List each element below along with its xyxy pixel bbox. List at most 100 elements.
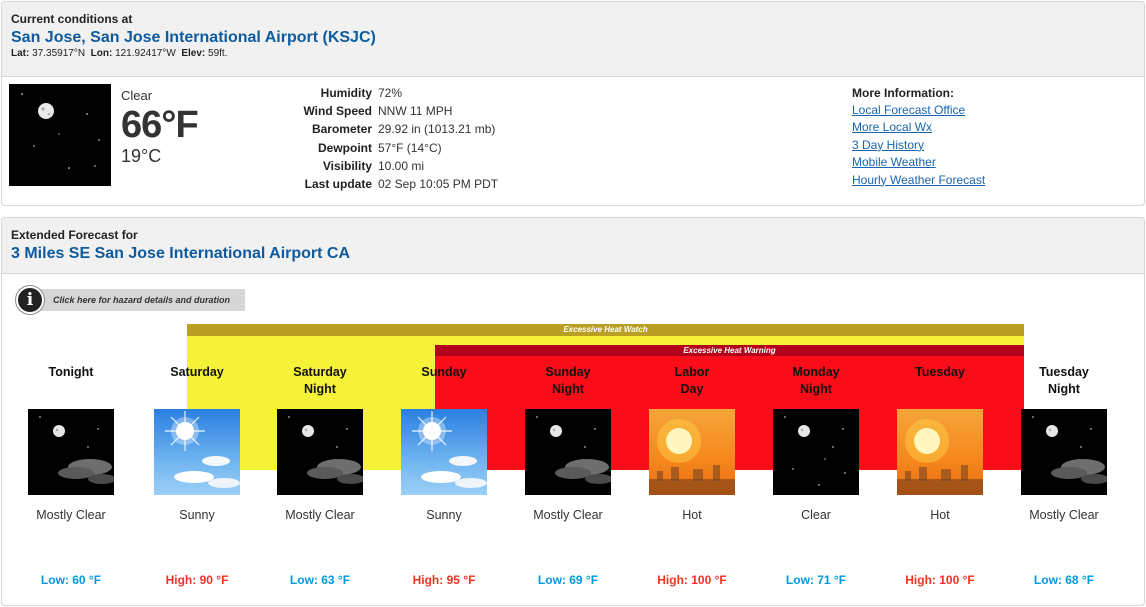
- detail-row-barometer: Barometer 29.92 in (1013.21 mb): [290, 122, 498, 140]
- moon-clouds-icon[interactable]: [28, 409, 114, 495]
- moon-clear-icon[interactable]: [773, 409, 859, 495]
- period-description: Sunny: [426, 508, 462, 522]
- period-name-line1: Saturday: [293, 365, 347, 379]
- forecast-period: Tonight Mostly Clear Low: 60 °F: [9, 364, 133, 587]
- period-name: Sunday Night: [506, 364, 630, 400]
- more-information: More Information: Local Forecast Office …: [852, 86, 985, 189]
- period-temperature: High: 100 °F: [905, 573, 975, 587]
- period-name: Tonight: [9, 364, 133, 400]
- period-name: Sunday: [382, 364, 506, 400]
- extended-forecast-label: Extended Forecast for: [11, 228, 138, 242]
- forecast-period: Sunday Night Mostly Clear Low: 69 °F: [506, 364, 630, 587]
- sun-clouds-icon[interactable]: [154, 409, 240, 495]
- period-temperature: Low: 63 °F: [289, 573, 351, 587]
- station-name: San Jose, San Jose International Airport…: [11, 29, 376, 46]
- period-temperature: Low: 60 °F: [40, 573, 102, 587]
- detail-row-dewpoint: Dewpoint 57°F (14°C): [290, 141, 498, 159]
- period-name: Monday Night: [754, 364, 878, 400]
- period-description: Sunny: [179, 508, 215, 522]
- lon-label: Lon:: [90, 48, 113, 59]
- detail-row-visibility: Visibility 10.00 mi: [290, 159, 498, 177]
- period-temperature: High: 95 °F: [412, 573, 476, 587]
- period-name-line1: Monday: [792, 365, 840, 379]
- forecast-period: Saturday Sunny High: 90 °F: [135, 364, 259, 587]
- elev-value: 59ft.: [208, 48, 228, 59]
- station-coordinates: Lat: 37.35917°N Lon: 121.92417°W Elev: 5…: [11, 48, 1135, 59]
- current-conditions-header: Current conditions at San Jose, San Jose…: [2, 2, 1144, 77]
- detail-label: Humidity: [320, 86, 372, 100]
- detail-row-wind-speed: Wind Speed NNW 11 MPH: [290, 104, 498, 122]
- period-description: Mostly Clear: [36, 508, 106, 522]
- forecast-period: Sunday Sunny High: 95 °F: [382, 364, 506, 587]
- hazard-details-label: Click here for hazard details and durati…: [34, 289, 246, 311]
- lon-value: 121.92417°W: [115, 48, 176, 59]
- period-description: Mostly Clear: [285, 508, 355, 522]
- period-name-line1: Tonight: [48, 365, 94, 379]
- period-name: Tuesday Night: [1002, 364, 1126, 400]
- period-name-line1: Sunday: [545, 365, 591, 379]
- period-name-line2: Night: [304, 382, 336, 396]
- period-description: Mostly Clear: [533, 508, 603, 522]
- extended-forecast-header: Extended Forecast for 3 Miles SE San Jos…: [2, 218, 1144, 274]
- hot-sun-icon[interactable]: [649, 409, 735, 495]
- period-temperature: High: 100 °F: [657, 573, 727, 587]
- detail-value: NNW 11 MPH: [378, 104, 453, 119]
- detail-label: Last update: [304, 176, 372, 191]
- current-details-table: Humidity 72% Wind Speed NNW 11 MPH Barom…: [290, 86, 498, 195]
- more-information-title: More Information:: [852, 86, 954, 100]
- heat-watch-label[interactable]: Excessive Heat Watch: [187, 324, 1024, 336]
- period-name-line1: Labor: [674, 365, 710, 379]
- info-icon: i: [16, 286, 44, 314]
- detail-row-last-update: Last update 02 Sep 10:05 PM PDT: [290, 177, 498, 195]
- detail-row-humidity: Humidity 72%: [290, 86, 498, 104]
- hazard-details-button[interactable]: i Click here for hazard details and dura…: [16, 286, 246, 314]
- current-temp-f: 66°F: [121, 104, 199, 146]
- forecast-period: Saturday Night Mostly Clear Low: 63 °F: [258, 364, 382, 587]
- period-temperature: Low: 69 °F: [537, 573, 599, 587]
- moon-clouds-icon[interactable]: [525, 409, 611, 495]
- hot-sun-icon[interactable]: [897, 409, 983, 495]
- heat-warning-label[interactable]: Excessive Heat Warning: [435, 345, 1024, 356]
- current-temp-c: 19°C: [121, 146, 162, 166]
- period-name-line2: Day: [680, 382, 704, 396]
- current-moon-icon: [9, 84, 111, 186]
- forecast-location: 3 Miles SE San Jose International Airpor…: [11, 245, 351, 262]
- period-name-line2: Night: [1048, 382, 1080, 396]
- forecast-period: Tuesday Hot High: 100 °F: [878, 364, 1002, 587]
- period-name-line2: Night: [552, 382, 584, 396]
- link-more-local-wx[interactable]: More Local Wx: [852, 119, 985, 136]
- period-name: Labor Day: [630, 364, 754, 400]
- link-local-forecast-office[interactable]: Local Forecast Office: [852, 102, 985, 119]
- detail-value: 10.00 mi: [378, 158, 425, 173]
- forecast-period: Tuesday Night Mostly Clear Low: 68 °F: [1002, 364, 1126, 587]
- forecast-period: Labor Day Hot High: 100 °F: [630, 364, 754, 587]
- moon-clouds-icon[interactable]: [1021, 409, 1107, 495]
- period-temperature: Low: 68 °F: [1033, 573, 1095, 587]
- link-mobile-weather[interactable]: Mobile Weather: [852, 154, 985, 171]
- moon-clouds-icon[interactable]: [277, 409, 363, 495]
- period-name: Saturday Night: [258, 364, 382, 400]
- forecast-period: Monday Night Clear Low: 71 °F: [754, 364, 878, 587]
- detail-label: Visibility: [322, 158, 372, 173]
- lat-label: Lat:: [11, 48, 30, 59]
- detail-label: Wind Speed: [303, 104, 372, 119]
- link-hourly-weather-forecast[interactable]: Hourly Weather Forecast: [852, 172, 985, 189]
- period-name: Saturday: [135, 364, 259, 400]
- period-temperature: High: 90 °F: [165, 573, 229, 587]
- sun-clouds-icon[interactable]: [401, 409, 487, 495]
- detail-label: Dewpoint: [318, 140, 372, 155]
- period-description: Hot: [682, 508, 702, 522]
- period-description: Hot: [930, 508, 950, 522]
- period-name-line1: Tuesday: [915, 365, 965, 379]
- link-3-day-history[interactable]: 3 Day History: [852, 137, 985, 154]
- current-condition: Clear: [121, 88, 153, 103]
- detail-value: 72%: [378, 86, 403, 100]
- period-name-line1: Saturday: [170, 365, 224, 379]
- current-conditions-label: Current conditions at: [11, 12, 133, 26]
- period-name-line2: Night: [800, 382, 832, 396]
- detail-value: 29.92 in (1013.21 mb): [378, 122, 496, 137]
- lat-value: 37.35917°N: [32, 48, 86, 59]
- detail-value: 57°F (14°C): [378, 140, 442, 155]
- detail-value: 02 Sep 10:05 PM PDT: [378, 176, 499, 191]
- period-temperature: Low: 71 °F: [785, 573, 847, 587]
